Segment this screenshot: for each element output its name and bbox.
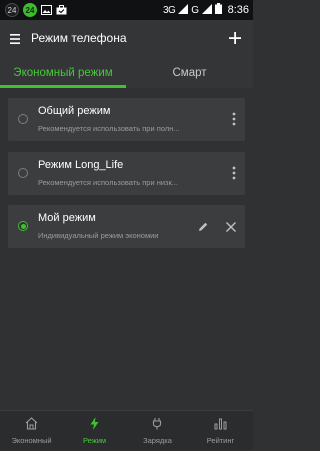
nav-item-charging[interactable]: Зарядка xyxy=(126,411,189,451)
notification-count-badge-green: 24 xyxy=(23,3,37,17)
delete-mode-button[interactable] xyxy=(225,220,237,232)
image-icon xyxy=(41,5,52,16)
mode-more-button[interactable] xyxy=(229,164,239,182)
menu-button[interactable] xyxy=(8,31,24,47)
nav-label-mode: Режим xyxy=(82,436,107,445)
mode-more-button[interactable] xyxy=(229,110,239,128)
more-vertical-icon xyxy=(232,112,236,126)
close-icon xyxy=(226,222,236,232)
bottom-navigation: Экономный Режим Зарядка Рейтинг xyxy=(0,410,253,450)
nav-item-economy[interactable]: Экономный xyxy=(0,411,63,451)
status-bar-notifications: 24 24 xyxy=(5,3,67,17)
battery-icon xyxy=(214,3,222,17)
bar-chart-icon xyxy=(214,418,227,430)
app-bar: Режим телефона xyxy=(0,20,253,58)
plus-icon xyxy=(229,32,241,44)
notification-count-label-2: 24 xyxy=(25,5,35,15)
nav-label-economy: Экономный xyxy=(11,436,52,445)
tab-smart[interactable]: Смарт xyxy=(126,58,253,88)
mode-subtitle: Рекомендуется использовать при полн... xyxy=(38,124,180,133)
status-bar-system: 3G G 8:36 xyxy=(163,3,249,17)
page-title: Режим телефона xyxy=(31,31,127,45)
status-bar: 24 24 3G G 8:36 xyxy=(0,0,253,20)
bolt-icon xyxy=(90,417,99,430)
mode-card-long-life[interactable]: Режим Long_Life Рекомендуется использова… xyxy=(8,152,245,195)
mode-title: Режим Long_Life xyxy=(38,159,124,171)
notification-count-label: 24 xyxy=(7,5,17,15)
tab-economy-mode[interactable]: Экономный режим xyxy=(0,58,126,88)
tab-bar: Экономный режим Смарт xyxy=(0,58,253,88)
mode-card-custom[interactable]: Мой режим Индивидуальный режим экономии xyxy=(8,205,245,248)
network-type-label: 3G xyxy=(162,4,176,16)
edit-mode-button[interactable] xyxy=(197,220,209,232)
mode-title: Мой режим xyxy=(38,212,96,224)
briefcase-icon xyxy=(56,5,67,16)
house-icon xyxy=(25,417,38,430)
nav-label-charging: Зарядка xyxy=(143,436,172,445)
mode-radio-long-life[interactable] xyxy=(18,168,28,178)
nav-item-rating[interactable]: Рейтинг xyxy=(189,411,252,451)
mode-subtitle: Рекомендуется использовать при низк... xyxy=(38,178,179,187)
notification-count-badge: 24 xyxy=(5,3,19,17)
mode-radio-general[interactable] xyxy=(18,114,28,124)
active-tab-indicator xyxy=(0,85,126,88)
hamburger-menu-icon xyxy=(10,34,20,44)
mode-subtitle: Индивидуальный режим экономии xyxy=(38,231,159,240)
add-mode-button[interactable] xyxy=(227,30,243,46)
signal-icon xyxy=(178,3,189,17)
plug-icon xyxy=(152,418,162,430)
signal-icon-2 xyxy=(201,3,212,17)
mode-card-general[interactable]: Общий режим Рекомендуется использовать п… xyxy=(8,98,245,141)
clock-label: 8:36 xyxy=(227,4,249,16)
mode-radio-custom[interactable] xyxy=(18,221,28,231)
nav-item-mode[interactable]: Режим xyxy=(63,411,126,451)
network-type-label-2: G xyxy=(191,4,199,16)
more-vertical-icon xyxy=(232,166,236,180)
nav-label-rating: Рейтинг xyxy=(206,436,235,445)
pencil-icon xyxy=(199,222,208,231)
mode-title: Общий режим xyxy=(38,105,111,117)
